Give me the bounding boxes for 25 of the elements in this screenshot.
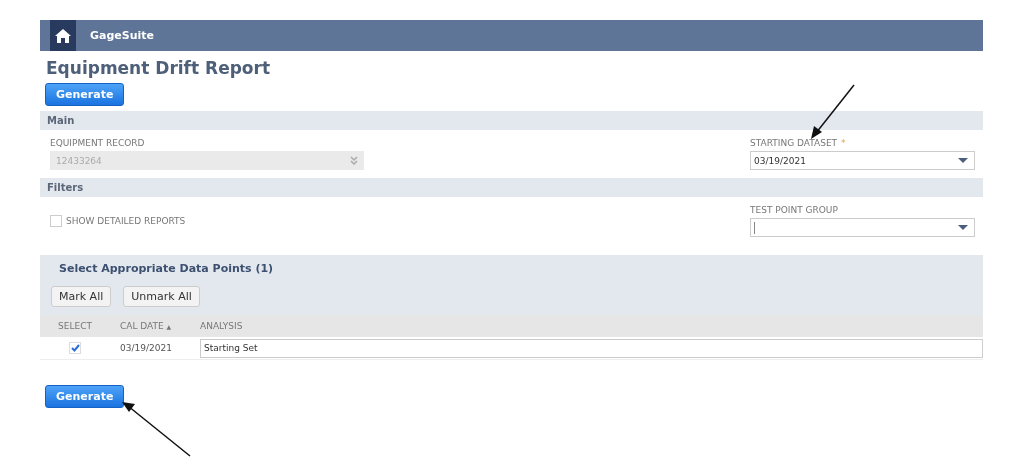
page-title: Equipment Drift Report [46, 58, 271, 78]
starting-dataset-dropdown[interactable]: 03/19/2021 [750, 151, 975, 170]
sublist-title: Select Appropriate Data Points (1) [58, 261, 275, 275]
mark-all-button[interactable]: Mark All [51, 286, 112, 307]
checkbox[interactable] [50, 215, 62, 227]
column-header[interactable]: ANALYSIS [200, 321, 243, 331]
checkbox-label: SHOW DETAILED REPORTS [66, 216, 186, 226]
field-label: TEST POINT GROUP [750, 205, 839, 215]
required-mark: * [841, 138, 846, 148]
section-header: Filters [40, 178, 983, 197]
analysis-field[interactable]: Starting Set [200, 338, 983, 358]
app-name[interactable]: GageSuite [90, 29, 155, 42]
double-chevron-icon [350, 156, 358, 165]
generate-button[interactable]: Generate [45, 83, 125, 106]
home-icon[interactable] [50, 20, 76, 51]
row-checkbox[interactable] [69, 342, 81, 354]
field-label: STARTING DATASET [750, 138, 838, 148]
annotation-arrow [808, 83, 856, 141]
table-cell-text: 03/19/2021 [119, 343, 173, 353]
field-label: EQUIPMENT RECORD [50, 138, 146, 148]
generate-button[interactable]: Generate [45, 385, 125, 408]
annotation-arrow [120, 400, 192, 458]
unmark-all-button[interactable]: Unmark All [123, 286, 200, 307]
section-header: Main [40, 111, 983, 130]
column-header[interactable]: SELECT [58, 321, 92, 331]
